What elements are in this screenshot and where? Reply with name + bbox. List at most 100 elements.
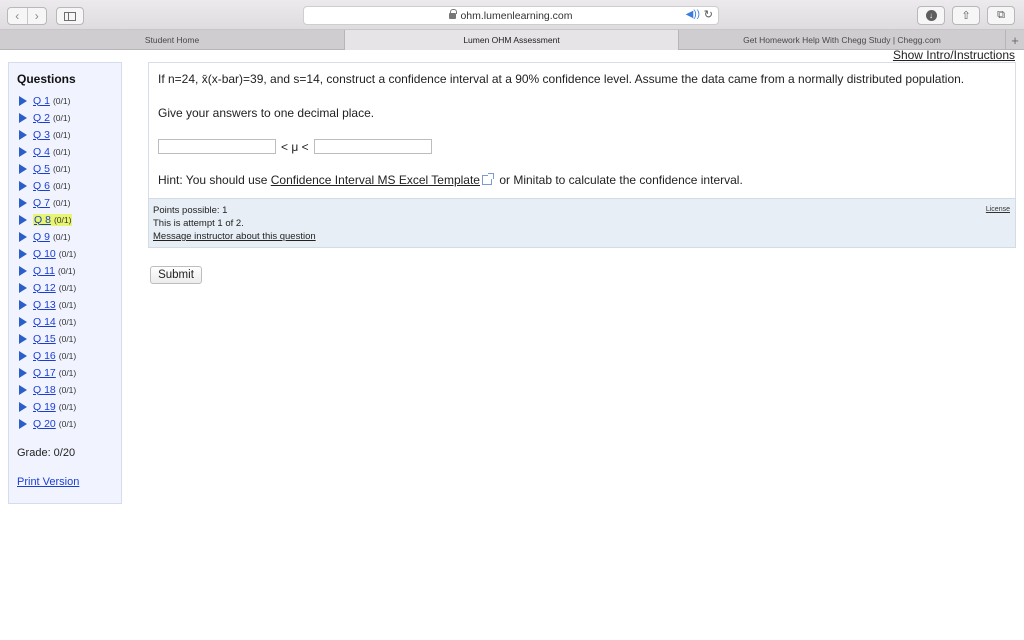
question-link[interactable]: Q 19 — [33, 401, 56, 413]
question-item: Q 2 (0/1) — [17, 109, 113, 126]
question-list: Q 1 (0/1) Q 2 (0/1) Q 3 (0/1) Q 4 (0/1) Q 5(… — [17, 92, 113, 432]
question-link[interactable]: Q 2 — [33, 112, 50, 124]
question-link[interactable]: Q 1 — [33, 95, 50, 107]
question-score: (0/1) — [58, 418, 77, 429]
lock-icon — [449, 8, 458, 20]
question-instruction: Give your answers to one decimal place. — [158, 106, 375, 120]
question-score: (0/1) — [52, 95, 71, 106]
question-item: Q 1 (0/1) — [17, 92, 113, 109]
license-link[interactable]: License — [986, 203, 1010, 216]
question-item: Q 18 (0/1) — [17, 381, 113, 398]
current-question-highlight: Q 8 (0/1) — [33, 213, 73, 226]
question-score: (0/1) — [52, 129, 71, 140]
tab-student-home[interactable]: Student Home — [0, 30, 345, 50]
question-item: Q 14 (0/1) — [17, 313, 113, 330]
address-bar[interactable]: ohm.lumenlearning.com ◀)) ↻ — [303, 6, 719, 25]
plus-icon: + — [1011, 32, 1019, 48]
audio-icon[interactable]: ◀)) — [686, 9, 700, 20]
history-nav: ‹ › — [7, 7, 47, 25]
arrow-right-icon — [19, 384, 27, 395]
tab-bar: Student Home Lumen OHM Assessment Get Ho… — [0, 30, 1024, 50]
question-link[interactable]: Q 11 — [33, 265, 55, 277]
arrow-right-icon — [19, 333, 27, 344]
question-link[interactable]: Q 15 — [33, 333, 56, 345]
question-item: Q 15 (0/1) — [17, 330, 113, 347]
external-link-icon — [481, 173, 494, 185]
arrow-right-icon — [19, 282, 27, 293]
question-item: Q 17 (0/1) — [17, 364, 113, 381]
question-box: If n=24, x̄(x-bar)=39, and s=14, constru… — [148, 62, 1016, 198]
question-score: (0/1) — [52, 112, 71, 123]
question-item: Q 4 (0/1) — [17, 143, 113, 160]
arrow-right-icon — [19, 197, 27, 208]
excel-template-link[interactable]: Confidence Interval MS Excel Template — [271, 173, 480, 187]
chevron-left-icon: ‹ — [15, 9, 20, 23]
points-possible: Points possible: 1 — [153, 205, 228, 216]
chevron-right-icon: › — [34, 9, 39, 23]
question-item: Q 16 (0/1) — [17, 347, 113, 364]
question-link[interactable]: Q 7 — [33, 197, 50, 209]
question-link[interactable]: Q 10 — [33, 248, 56, 260]
tabs-icon: ⧉ — [997, 9, 1005, 21]
question-score: (0/1) — [58, 282, 77, 293]
back-button[interactable]: ‹ — [8, 8, 27, 24]
show-intro-link[interactable]: Show Intro/Instructions — [893, 48, 1015, 62]
browser-toolbar: ‹ › ohm.lumenlearning.com ◀)) ↻ ↓ ⇧ ⧉ — [0, 0, 1024, 30]
downloads-button[interactable]: ↓ — [917, 6, 945, 25]
arrow-right-icon — [19, 95, 27, 106]
question-item-current: Q 8 (0/1) — [17, 211, 113, 228]
question-link[interactable]: Q 20 — [33, 418, 56, 430]
arrow-right-icon — [19, 265, 27, 276]
forward-button[interactable]: › — [26, 8, 47, 24]
arrow-right-icon — [19, 418, 27, 429]
message-instructor-link[interactable]: Message instructor about this question — [153, 231, 316, 242]
arrow-right-icon — [19, 214, 27, 225]
question-link[interactable]: Q 18 — [33, 384, 56, 396]
question-item: Q 6 (0/1) — [17, 177, 113, 194]
lower-bound-input[interactable] — [158, 139, 276, 154]
new-tab-button[interactable]: + — [1006, 30, 1024, 50]
questions-panel: Questions Q 1 (0/1) Q 2 (0/1) Q 3 (0/1) Q 4… — [8, 62, 122, 504]
question-link[interactable]: Q 4 — [33, 146, 50, 158]
question-item: Q 3 (0/1) — [17, 126, 113, 143]
question-link[interactable]: Q 16 — [33, 350, 56, 362]
question-link[interactable]: Q 9 — [33, 231, 50, 243]
sidebar-toggle-button[interactable] — [56, 7, 84, 25]
upper-bound-input[interactable] — [313, 139, 432, 154]
question-link[interactable]: Q 14 — [33, 316, 56, 328]
tab-lumen-ohm-assessment[interactable]: Lumen OHM Assessment — [345, 30, 679, 50]
hint-suffix: or Minitab to calculate the confidence i… — [495, 173, 743, 187]
question-score: (0/1) — [58, 299, 77, 310]
hint-text: Hint: You should use Confidence Interval… — [158, 173, 1006, 187]
question-score: (0/1) — [58, 333, 77, 344]
arrow-right-icon — [19, 129, 27, 140]
hint-prefix: Hint: You should use — [158, 173, 271, 187]
arrow-right-icon — [19, 180, 27, 191]
answer-row: < μ < — [158, 139, 1006, 154]
question-score: (0/1) — [52, 163, 71, 174]
question-score: (0/1) — [57, 265, 76, 276]
question-link[interactable]: Q 5 — [33, 163, 50, 175]
question-item: Q 5 (0/1) — [17, 160, 113, 177]
share-icon: ⇧ — [961, 10, 971, 22]
reload-icon[interactable]: ↻ — [704, 8, 713, 21]
question-link[interactable]: Q 3 — [33, 129, 50, 141]
sidebar-icon — [64, 11, 76, 21]
share-button[interactable]: ⇧ — [952, 6, 980, 25]
question-link[interactable]: Q 6 — [33, 180, 50, 192]
tab-overview-button[interactable]: ⧉ — [987, 6, 1015, 25]
question-item: Q 10 (0/1) — [17, 245, 113, 262]
question-link[interactable]: Q 13 — [33, 299, 56, 311]
question-item: Q 13 (0/1) — [17, 296, 113, 313]
arrow-right-icon — [19, 350, 27, 361]
url-text: ohm.lumenlearning.com — [460, 9, 573, 22]
print-version-link[interactable]: Print Version — [17, 476, 113, 488]
submit-button[interactable]: Submit — [150, 266, 202, 284]
question-score: (0/1) — [58, 248, 77, 259]
question-link[interactable]: Q 17 — [33, 367, 56, 379]
question-item: Q 7 (0/1) — [17, 194, 113, 211]
question-link[interactable]: Q 8 — [34, 214, 51, 226]
question-score: (0/1) — [52, 197, 71, 208]
question-link[interactable]: Q 12 — [33, 282, 56, 294]
tab-chegg[interactable]: Get Homework Help With Chegg Study | Che… — [679, 30, 1006, 50]
